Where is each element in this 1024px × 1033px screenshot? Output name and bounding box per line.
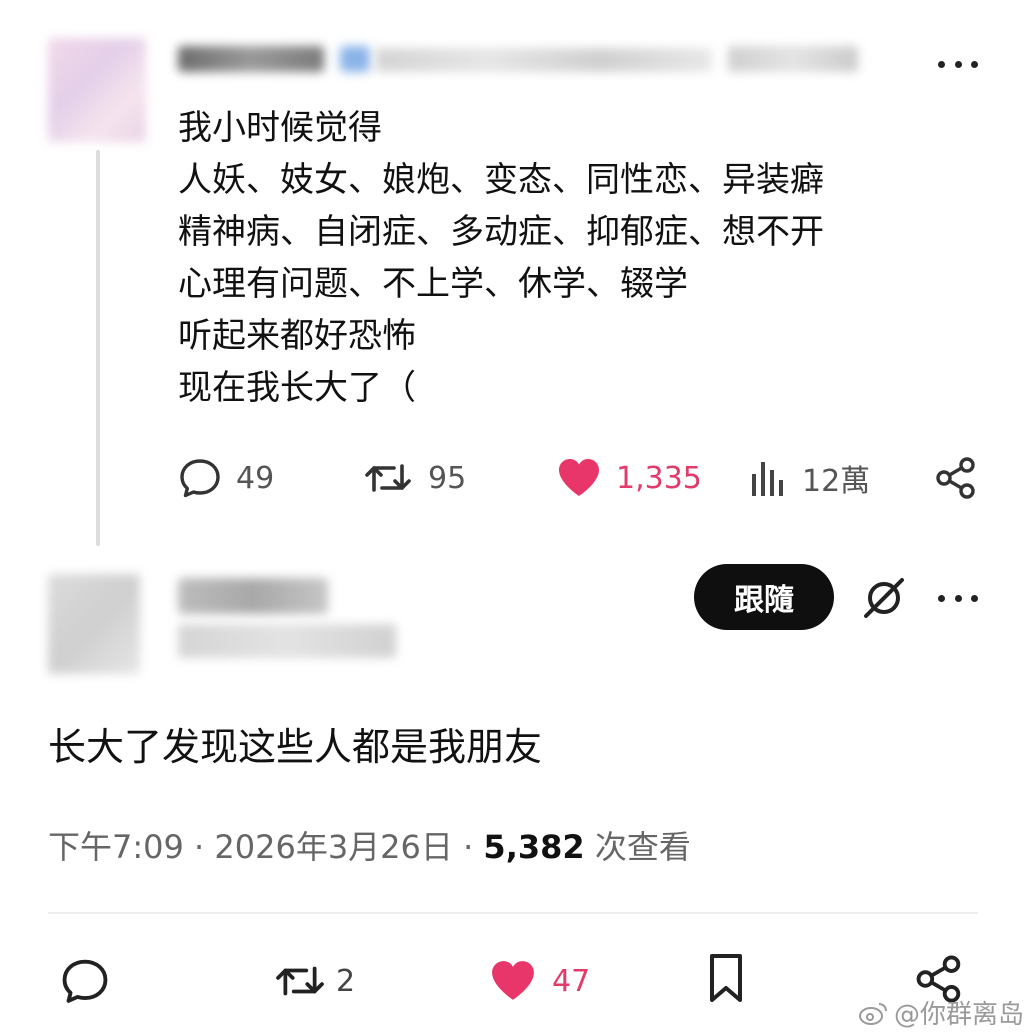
no-translate-icon-wrapper[interactable]: [860, 574, 908, 626]
reply-meta: 下午7:09 · 2026年3月26日 · 5,382 次查看: [48, 822, 691, 868]
reply-action[interactable]: 49: [178, 456, 274, 500]
repost-icon: [365, 464, 411, 492]
bar-chart-icon: [752, 462, 783, 496]
more-options-icon[interactable]: [938, 54, 978, 74]
reply-repost-action[interactable]: 2: [272, 958, 355, 1004]
verified-badge-redacted: [340, 46, 370, 72]
heart-filled-icon: [492, 961, 534, 1000]
reply-author-avatar[interactable]: [48, 574, 140, 674]
repost-action[interactable]: 95: [362, 456, 466, 500]
share-icon: [936, 457, 975, 499]
post-line: 人妖、妓女、娘炮、变态、同性恋、异装癖: [178, 160, 824, 200]
post-body: 我小时候觉得 人妖、妓女、娘炮、变态、同性恋、异装癖 精神病、自闭症、多动症、抑…: [178, 102, 958, 414]
comment-icon: [62, 959, 108, 1003]
circle-slash-icon: [864, 578, 904, 618]
reply-repost-count: 2: [336, 963, 356, 999]
post-line: 精神病、自闭症、多动症、抑郁症、想不开: [178, 212, 824, 252]
reply-like-count: 47: [552, 963, 591, 999]
post-line: 心理有问题、不上学、休学、辍学: [178, 264, 688, 304]
repost-count: 95: [428, 460, 467, 496]
author-avatar[interactable]: [48, 38, 146, 142]
reply-count: 49: [236, 460, 275, 496]
weibo-logo-icon: [859, 1002, 887, 1025]
post-line: 听起来都好恐怖: [178, 316, 416, 356]
post-line: 现在我长大了（: [178, 368, 416, 408]
reply-timestamp: 下午7:09 · 2026年3月26日 ·: [48, 828, 484, 866]
like-count: 1,335: [616, 460, 702, 496]
comment-icon: [180, 459, 220, 498]
like-action[interactable]: 1,335: [556, 456, 702, 500]
divider: [48, 912, 978, 914]
reply-author-handle-redacted: [178, 624, 396, 658]
author-name-redacted[interactable]: [178, 46, 324, 72]
post-line: 我小时候觉得: [178, 108, 382, 148]
reply-body: 长大了发现这些人都是我朋友: [48, 725, 543, 769]
reply-like-action[interactable]: 47: [488, 958, 590, 1004]
watermark: @你群离岛: [858, 994, 1024, 1031]
view-count: 12萬: [802, 464, 871, 499]
follow-button[interactable]: 跟隨: [694, 564, 834, 630]
reply-author-name-redacted[interactable]: [178, 578, 328, 614]
heart-filled-icon: [559, 459, 599, 496]
share-action[interactable]: [934, 456, 978, 504]
repost-icon: [276, 966, 324, 996]
views-action[interactable]: 12萬: [748, 456, 870, 500]
post-time-redacted: [728, 46, 858, 72]
author-handle-redacted: [376, 48, 712, 72]
bookmark-icon: [710, 954, 742, 1002]
reply-more-options-icon[interactable]: [938, 588, 978, 608]
watermark-text: @你群离岛: [894, 1000, 1024, 1030]
reply-views-suffix: 次查看: [584, 828, 691, 866]
bookmark-action[interactable]: [706, 952, 746, 1010]
reply-view-count: 5,382: [483, 828, 585, 866]
reply-reply-action[interactable]: [60, 956, 110, 1010]
thread-line: [96, 150, 100, 546]
